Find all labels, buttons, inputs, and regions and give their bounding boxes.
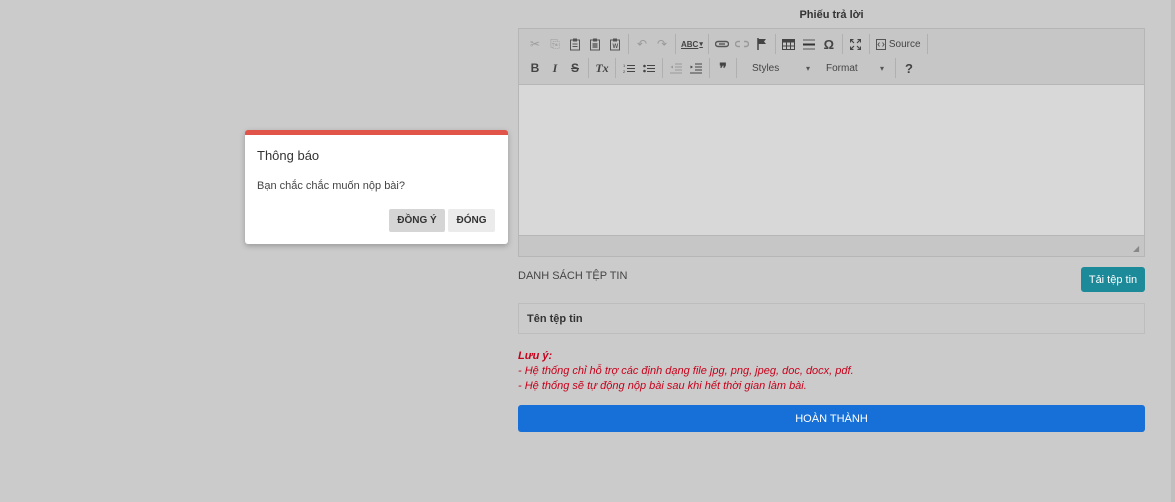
answer-sheet-title: Phiếu trả lời xyxy=(799,9,864,21)
dialog-message: Bạn chắc chắc muốn nộp bài? xyxy=(257,180,405,192)
redo-icon[interactable]: ↷ xyxy=(652,34,672,54)
remove-format-group: Tx xyxy=(592,58,616,78)
note-line-formats: - Hệ thống chỉ hỗ trợ các định dạng file… xyxy=(518,365,854,377)
table-icon[interactable] xyxy=(779,34,799,54)
format-chevron-down-icon: ▾ xyxy=(879,63,884,73)
basic-styles-group: B I S xyxy=(525,58,589,78)
anchor-icon[interactable] xyxy=(752,34,772,54)
paste-icon[interactable] xyxy=(565,34,585,54)
file-list-heading: DANH SÁCH TỆP TIN xyxy=(518,270,628,282)
close-button[interactable]: ĐÓNG xyxy=(448,209,495,232)
source-button[interactable]: Source xyxy=(873,38,924,50)
note-line-autosubmit: - Hệ thống sẽ tự động nộp bài sau khi hế… xyxy=(518,380,807,392)
view-group xyxy=(846,34,870,54)
finish-button[interactable]: HOÀN THÀNH xyxy=(518,405,1145,432)
blockquote-group: ❞ xyxy=(713,58,737,78)
scrollbar[interactable] xyxy=(1171,0,1175,502)
paste-from-word-icon[interactable]: W xyxy=(605,34,625,54)
remove-format-button[interactable]: Tx xyxy=(592,58,612,78)
indent-group xyxy=(666,58,710,78)
link-icon[interactable] xyxy=(712,34,732,54)
numbered-list-icon[interactable]: 12 xyxy=(619,58,639,78)
insert-group: Ω xyxy=(779,34,843,54)
file-table: Tên tệp tin xyxy=(518,303,1145,334)
cut-icon[interactable]: ✂ xyxy=(525,34,545,54)
spellcheck-label: ABC xyxy=(681,39,699,49)
bullet-list-icon[interactable] xyxy=(639,58,659,78)
outdent-icon[interactable] xyxy=(666,58,686,78)
editor-toolbar: ✂ ⎘ W ↶ ↷ ABC ▾ Ω Source B I S Tx 1 2 ❞ … xyxy=(519,29,1144,85)
link-group xyxy=(712,34,776,54)
strikethrough-button[interactable]: S xyxy=(565,58,585,78)
format-dropdown[interactable]: Format ▾ xyxy=(818,59,888,77)
copy-icon[interactable]: ⎘ xyxy=(545,34,565,54)
rich-text-editor: ✂ ⎘ W ↶ ↷ ABC ▾ Ω Source B I S Tx 1 2 ❞ … xyxy=(518,28,1145,257)
editor-status-bar: ◢ xyxy=(519,236,1144,256)
spellcheck-dropdown-icon: ▾ xyxy=(699,41,703,48)
undo-group: ↶ ↷ xyxy=(632,34,676,54)
svg-text:2: 2 xyxy=(623,69,626,74)
special-character-icon[interactable]: Ω xyxy=(819,34,839,54)
toolbar-row-2: B I S Tx 12 ❞ Styles ▾ Format ▾ ? xyxy=(525,56,1138,80)
unlink-icon[interactable] xyxy=(732,34,752,54)
help-group: ? xyxy=(899,58,922,78)
bold-button[interactable]: B xyxy=(525,58,545,78)
source-icon xyxy=(875,38,886,50)
list-group: 12 xyxy=(619,58,663,78)
indent-icon[interactable] xyxy=(686,58,706,78)
maximize-icon[interactable] xyxy=(846,34,866,54)
source-group: Source xyxy=(873,34,928,54)
styles-chevron-down-icon: ▾ xyxy=(805,63,810,73)
styles-group: Styles ▾ Format ▾ xyxy=(740,58,896,78)
undo-icon[interactable]: ↶ xyxy=(632,34,652,54)
blockquote-icon[interactable]: ❞ xyxy=(713,58,733,78)
format-label: Format xyxy=(826,62,858,74)
svg-text:1: 1 xyxy=(623,63,626,68)
spellcheck-group: ABC ▾ xyxy=(679,34,709,54)
styles-label: Styles xyxy=(752,62,780,74)
clipboard-group: ✂ ⎘ W xyxy=(525,34,629,54)
remove-format-label: Tx xyxy=(595,60,609,75)
dialog-title: Thông báo xyxy=(257,148,320,163)
resize-handle-icon[interactable]: ◢ xyxy=(1133,245,1141,253)
source-label: Source xyxy=(888,38,921,50)
file-name-column-header: Tên tệp tin xyxy=(527,313,583,325)
note-block: Lưu ý: - Hệ thống chỉ hỗ trợ các định dạ… xyxy=(518,349,854,394)
toolbar-row-1: ✂ ⎘ W ↶ ↷ ABC ▾ Ω Source xyxy=(525,32,1138,56)
editor-content-area[interactable] xyxy=(519,85,1144,236)
upload-file-button[interactable]: Tải tệp tin xyxy=(1081,267,1145,292)
svg-text:W: W xyxy=(613,44,619,50)
help-icon[interactable]: ? xyxy=(899,58,919,78)
spellcheck-icon[interactable]: ABC ▾ xyxy=(679,34,705,54)
note-title: Lưu ý: xyxy=(518,350,553,362)
styles-dropdown[interactable]: Styles ▾ xyxy=(744,59,814,77)
horizontal-line-icon[interactable] xyxy=(799,34,819,54)
confirm-dialog: Thông báo Bạn chắc chắc muốn nộp bài? ĐỒ… xyxy=(245,130,508,244)
paste-text-icon[interactable] xyxy=(585,34,605,54)
italic-button[interactable]: I xyxy=(545,58,565,78)
agree-button[interactable]: ĐỒNG Ý xyxy=(389,209,445,232)
